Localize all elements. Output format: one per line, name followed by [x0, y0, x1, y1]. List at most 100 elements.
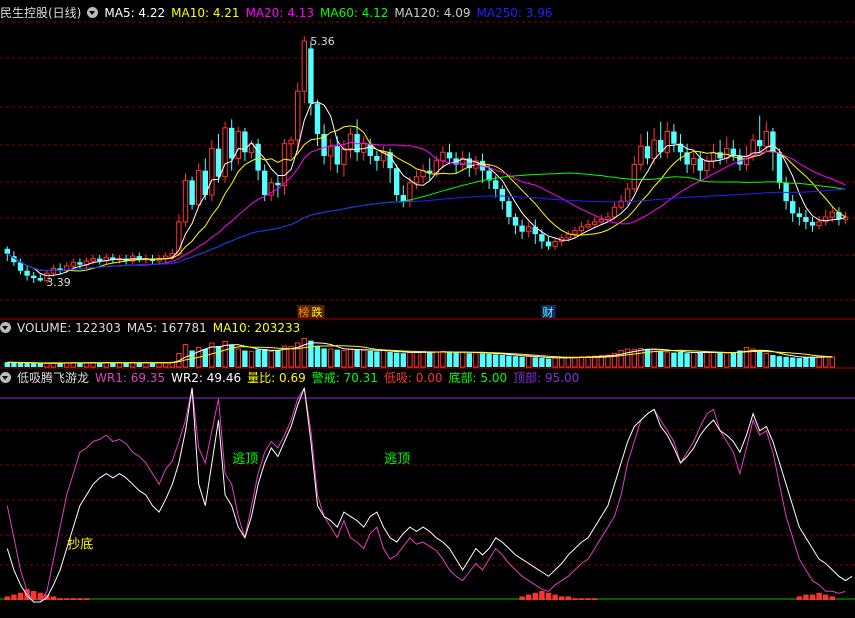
volume-bar [268, 350, 275, 368]
volume-bar [578, 356, 585, 368]
chevron-down-icon[interactable] [87, 7, 99, 18]
volume-bar [479, 353, 486, 367]
volume-bar [743, 347, 750, 368]
candle-body [598, 218, 604, 223]
candle-body [611, 206, 618, 218]
dixi-bar [585, 598, 591, 600]
volume-ma10-line [7, 345, 833, 364]
volume-bar [4, 362, 10, 367]
volume-bar [235, 348, 242, 368]
volume-bar [717, 352, 723, 367]
stock-title[interactable]: 民生控股(日线) [0, 6, 81, 20]
candle-body [196, 170, 202, 206]
candle-body [790, 201, 796, 214]
dixi-bar [552, 594, 558, 600]
jingjie-legend: 警戒: 70.31 [311, 371, 378, 385]
candle-body [301, 40, 308, 92]
volume-bar [149, 362, 156, 367]
candle-body [552, 240, 558, 247]
price-chart-canvas[interactable]: 抄底 逃顶 逃顶 5.36 3.39 榜跌 财 [0, 0, 855, 618]
volume-bar [446, 352, 453, 367]
candle-body [592, 221, 598, 225]
candle-body [651, 139, 657, 159]
candle-body [757, 140, 763, 147]
volume-bar [697, 352, 703, 367]
candle-body [776, 152, 783, 183]
candle-body [796, 213, 802, 218]
volume-bar [123, 362, 129, 367]
dixi-bar [829, 596, 835, 600]
candle-body [829, 211, 835, 218]
signal-label: 逃顶 [384, 452, 410, 467]
volume-bar [829, 356, 835, 368]
candle-body [644, 146, 651, 159]
candle-body [499, 188, 505, 202]
candle-body [625, 188, 631, 202]
volume-bar [328, 348, 334, 368]
volume-bar [301, 338, 308, 368]
volume-bar [691, 352, 697, 368]
candle-body [446, 152, 453, 159]
annotations: 5.36 3.39 榜跌 财 [46, 35, 556, 319]
price-pane[interactable] [4, 36, 849, 284]
candle-body [394, 168, 400, 196]
volume-bar [710, 351, 717, 368]
volume-bar [466, 353, 472, 367]
volume-bar [572, 356, 578, 368]
volume-bar [763, 353, 769, 368]
indicator-header: 低吸腾飞游龙 WR1: 69.35 WR2: 49.46 量比: 0.69 警戒: 70… [0, 370, 585, 386]
dixi-bar [50, 596, 57, 600]
indicator-name[interactable]: 低吸腾飞游龙 [17, 371, 89, 385]
volume-bar [724, 352, 730, 368]
candle-body [578, 226, 585, 231]
candle-body [638, 145, 644, 166]
volume-bar [757, 352, 763, 367]
ma250-legend: MA250: 3.96 [476, 6, 553, 20]
candle-body [229, 127, 235, 159]
candle-body [631, 164, 637, 190]
volume-bar [347, 348, 354, 368]
indicator-pane[interactable]: 抄底 逃顶 逃顶 [4, 386, 853, 603]
dixi-bar [565, 596, 571, 600]
candle-body [70, 261, 76, 267]
candle-body [31, 275, 37, 279]
chevron-down-icon[interactable] [0, 372, 11, 383]
volume-bar [242, 350, 248, 367]
candle-body [24, 270, 30, 276]
chevron-down-icon[interactable] [0, 322, 11, 333]
candle-body [565, 233, 571, 239]
candle-body [189, 180, 195, 205]
candle-body [235, 131, 242, 159]
volume-bar [433, 351, 440, 368]
price-annotation: 5.36 [310, 35, 335, 48]
volume-bar [776, 356, 783, 367]
volume-bar [374, 351, 380, 367]
candle-body [704, 160, 710, 172]
volume-bar [182, 344, 189, 368]
candle-body [539, 234, 545, 242]
volume-bar [473, 352, 479, 368]
volume-bar [460, 351, 466, 368]
volume-bar [526, 356, 532, 368]
dixi-bar [823, 594, 829, 600]
volume-bar [677, 352, 684, 367]
volume-bar [156, 362, 162, 368]
volume-bar [367, 350, 373, 367]
wr1-legend: WR1: 69.35 [95, 371, 166, 385]
candle-body [572, 229, 578, 235]
volume-bar [361, 349, 367, 368]
marker-label: 财 [543, 305, 554, 319]
dixi-bar [592, 598, 598, 600]
candle-body [671, 131, 677, 144]
volume-bar [532, 357, 538, 367]
candle-body [585, 223, 591, 228]
volume-bar [453, 352, 459, 367]
candle-body [605, 216, 611, 220]
volume-bar [321, 348, 327, 367]
candle-body [400, 195, 406, 202]
dixi-bar [816, 592, 822, 600]
candle-body [413, 176, 420, 184]
volume-pane[interactable] [4, 338, 835, 368]
volume-bar [215, 346, 222, 367]
volume-bar [248, 350, 255, 368]
